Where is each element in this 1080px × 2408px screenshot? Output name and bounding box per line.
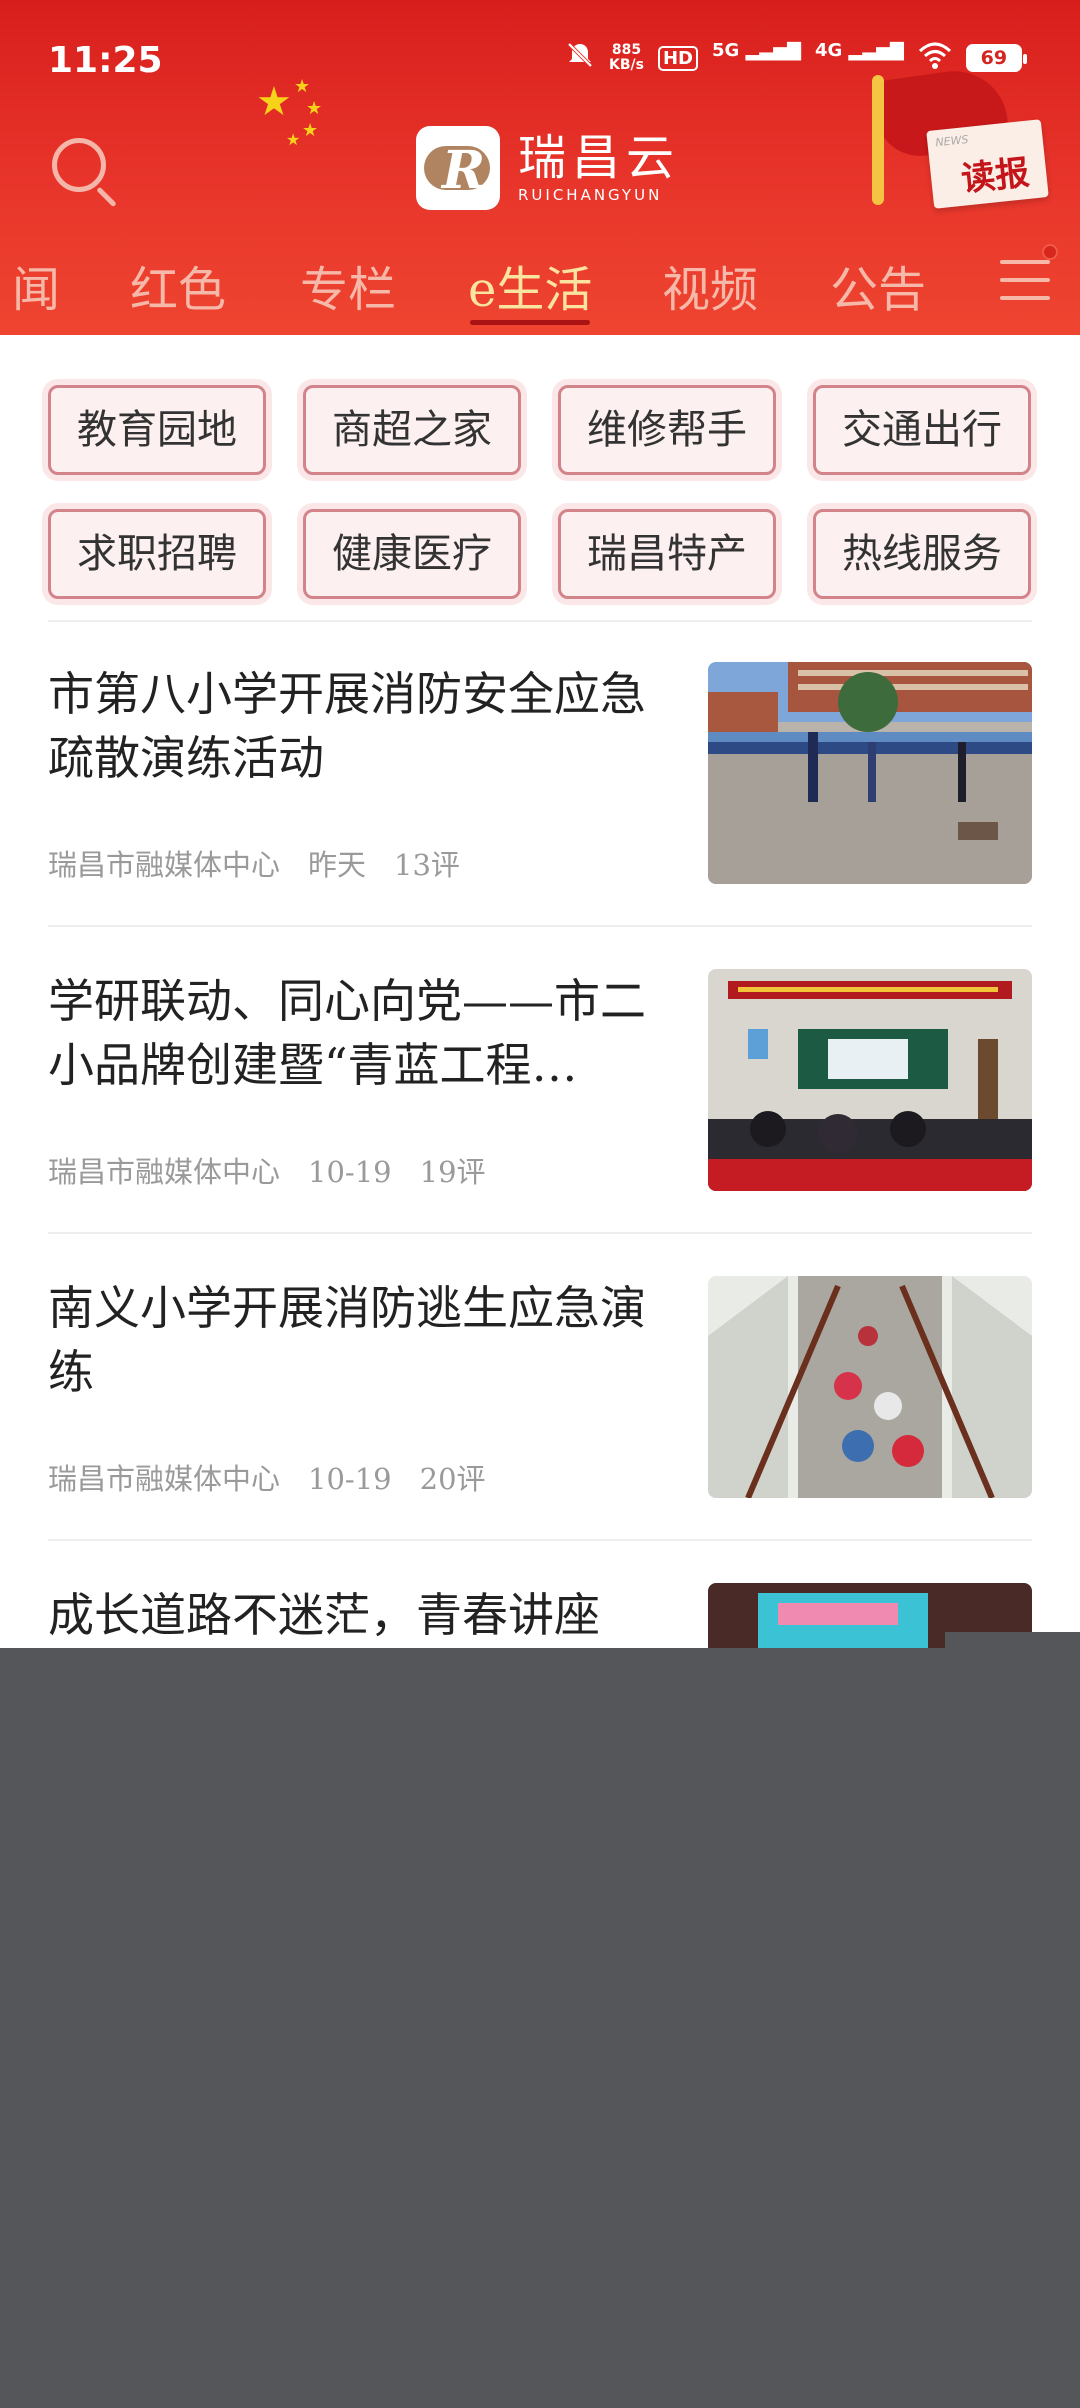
news-source: 瑞昌市融媒体中心 — [48, 848, 281, 882]
divider — [48, 1232, 1032, 1234]
signal-4g: 4G ▂▃▅▇ — [814, 39, 904, 61]
news-comments: 19评 — [419, 1155, 486, 1189]
wifi-icon — [918, 41, 952, 75]
chip-traffic[interactable]: 交通出行 — [813, 385, 1031, 475]
news-meta: 瑞昌市融媒体中心 昨天 13评 — [48, 842, 488, 884]
channel-tabs: 闻 红色 专栏 e生活 视频 公告 — [0, 240, 1080, 330]
battery-icon: 69 — [965, 44, 1027, 72]
news-item[interactable]: 成长道路不迷茫，青春讲座 — [0, 1583, 1080, 1648]
news-title: 学研联动、同心向党——市二小品牌创建暨“青蓝工程… — [48, 974, 646, 1092]
chip-education[interactable]: 教育园地 — [48, 385, 266, 475]
tab-e-life[interactable]: e生活 — [468, 250, 592, 320]
logo-subtitle: RUICHANGYUN — [518, 186, 663, 204]
mute-icon — [565, 40, 595, 76]
divider — [48, 925, 1032, 927]
signal-5g: 5G ▂▃▅▇ — [711, 39, 801, 61]
news-item[interactable]: 市第八小学开展消防安全应急疏散演练活动 瑞昌市融媒体中心 昨天 13评 — [0, 662, 1080, 962]
hd-badge: HD — [657, 45, 698, 71]
read-newspaper-button[interactable]: NEWS 读报 — [926, 119, 1049, 209]
search-icon[interactable] — [46, 132, 122, 208]
news-title: 南义小学开展消防逃生应急演练 — [48, 1281, 646, 1399]
news-date: 昨天 — [308, 848, 367, 882]
menu-icon[interactable] — [1000, 244, 1058, 304]
news-source: 瑞昌市融媒体中心 — [48, 1155, 281, 1189]
news-meta: 瑞昌市融媒体中心 10-19 19评 — [48, 1149, 514, 1191]
news-thumbnail — [708, 969, 1032, 1191]
app-header: ★ ★ ★ ★ ★ 11:25 885 KB/s HD 5G ▂▃▅▇ 4G ▂… — [0, 0, 1080, 335]
logo-title: 瑞昌云 — [518, 130, 681, 186]
status-icons: 885 KB/s HD 5G ▂▃▅▇ 4G ▂▃▅▇ 69 — [565, 39, 1027, 76]
chip-repair[interactable]: 维修帮手 — [558, 385, 776, 475]
news-item[interactable]: 学研联动、同心向党——市二小品牌创建暨“青蓝工程… 瑞昌市融媒体中心 10-19 1… — [0, 969, 1080, 1269]
chip-health[interactable]: 健康医疗 — [303, 509, 521, 599]
status-bar: 11:25 885 KB/s HD 5G ▂▃▅▇ 4G ▂▃▅▇ 69 — [0, 0, 1080, 120]
news-item[interactable]: 南义小学开展消防逃生应急演练 瑞昌市融媒体中心 10-19 20评 — [0, 1276, 1080, 1576]
news-comments: 20评 — [419, 1462, 486, 1496]
news-thumbnail — [708, 1276, 1032, 1498]
bottom-overlay — [0, 1648, 1080, 2408]
news-source: 瑞昌市融媒体中心 — [48, 1462, 281, 1496]
tab-red[interactable]: 红色 — [130, 250, 226, 320]
app-logo: R 瑞昌云 RUICHANGYUN — [416, 126, 680, 210]
tab-notice[interactable]: 公告 — [830, 250, 926, 320]
chip-shopping[interactable]: 商超之家 — [303, 385, 521, 475]
clock: 11:25 — [48, 40, 163, 81]
logo-icon: R — [416, 126, 500, 210]
tab-news[interactable]: 闻 — [12, 250, 60, 320]
news-date: 10-19 — [308, 1462, 392, 1496]
news-comments: 13评 — [394, 848, 460, 882]
content-area: 教育园地 商超之家 维修帮手 交通出行 求职招聘 健康医疗 瑞昌特产 热线服务 … — [0, 335, 1080, 1648]
divider — [48, 1539, 1032, 1541]
chip-jobs[interactable]: 求职招聘 — [48, 509, 266, 599]
active-tab-indicator — [470, 320, 590, 325]
net-speed: 885 KB/s — [609, 42, 644, 73]
news-meta: 瑞昌市融媒体中心 10-19 20评 — [48, 1456, 514, 1498]
news-title: 成长道路不迷茫，青春讲座 — [48, 1588, 600, 1642]
overlay-edge — [945, 1632, 1080, 1648]
news-date: 10-19 — [308, 1155, 392, 1189]
chip-hotline[interactable]: 热线服务 — [813, 509, 1031, 599]
notification-dot — [1042, 244, 1058, 260]
tab-video[interactable]: 视频 — [662, 250, 758, 320]
tab-column[interactable]: 专栏 — [300, 250, 396, 320]
chip-specialty[interactable]: 瑞昌特产 — [558, 509, 776, 599]
news-thumbnail — [708, 662, 1032, 884]
divider — [48, 620, 1032, 622]
news-title: 市第八小学开展消防安全应急疏散演练活动 — [48, 667, 646, 785]
